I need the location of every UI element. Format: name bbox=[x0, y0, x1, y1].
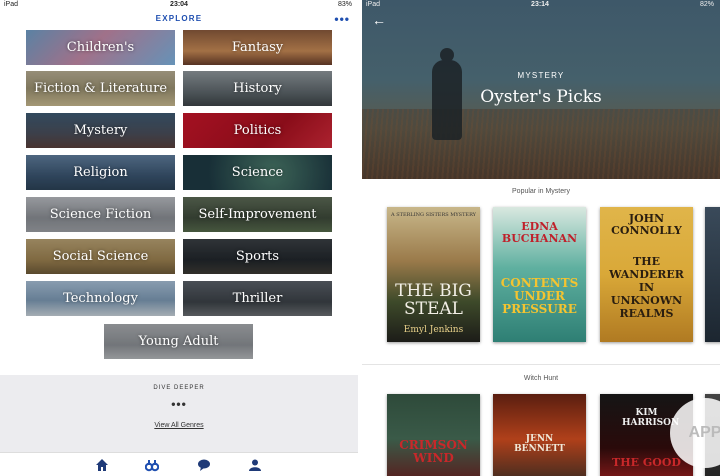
genre-tile-mystery[interactable]: Mystery bbox=[26, 113, 175, 148]
back-arrow-icon[interactable]: ← bbox=[372, 12, 386, 28]
tab-bar bbox=[0, 452, 358, 476]
chat-icon[interactable] bbox=[197, 458, 211, 472]
book-author: Emyl Jenkins bbox=[403, 325, 464, 335]
hero-title: Oyster's Picks bbox=[480, 87, 602, 107]
genre-tile-science[interactable]: Science bbox=[183, 155, 332, 190]
book-title: THE WANDERER IN UNKNOWN REALMS bbox=[609, 255, 684, 320]
genre-tile-social-science[interactable]: Social Science bbox=[26, 239, 175, 274]
genre-tile-fantasy[interactable]: Fantasy bbox=[183, 30, 332, 65]
book-cover-partial[interactable] bbox=[705, 207, 720, 342]
book-title: CONTENTS UNDER PRESSURE bbox=[500, 276, 579, 316]
genre-label: Self-Improvement bbox=[198, 207, 317, 222]
dive-deeper-section: DIVE DEEPER ••• View All Genres bbox=[0, 375, 358, 452]
genre-label: Social Science bbox=[52, 249, 149, 264]
book-cover[interactable]: CRIMSON WIND bbox=[387, 394, 480, 476]
genre-label: Fiction & Literature bbox=[33, 81, 168, 96]
book-cover[interactable]: A STERLING SISTERS MYSTERY THE BIG STEAL… bbox=[387, 207, 480, 342]
genre-label: Children's bbox=[66, 40, 135, 55]
genre-label: Politics bbox=[233, 123, 282, 138]
genre-tile-religion[interactable]: Religion bbox=[26, 155, 175, 190]
genre-tile-childrens[interactable]: Children's bbox=[26, 30, 175, 65]
genre-tile-thriller[interactable]: Thriller bbox=[183, 281, 332, 316]
genre-label: Technology bbox=[63, 291, 138, 306]
genre-detail-pane: iPad 23:14 82% ← MYSTERY Oyster's Picks … bbox=[362, 0, 720, 476]
genre-label: Science bbox=[231, 165, 284, 180]
genre-label: Young Adult bbox=[138, 334, 219, 349]
hero-background bbox=[362, 109, 720, 179]
more-button[interactable]: ••• bbox=[334, 12, 350, 26]
explore-pane: iPad 23:04 83% EXPLORE ••• Children's Fa… bbox=[0, 0, 358, 476]
genre-tile-self-improvement[interactable]: Self-Improvement bbox=[183, 197, 332, 232]
status-time: 23:04 bbox=[170, 1, 188, 8]
page-title: EXPLORE bbox=[155, 14, 203, 23]
genre-label: Fantasy bbox=[231, 40, 284, 55]
book-title: THE BIG STEAL bbox=[395, 281, 472, 319]
book-cover[interactable]: JENN BENNETT bbox=[493, 394, 586, 476]
genre-tile-sports[interactable]: Sports bbox=[183, 239, 332, 274]
battery-label: 82% bbox=[699, 1, 714, 8]
hero-banner: iPad 23:14 82% ← MYSTERY Oyster's Picks bbox=[362, 0, 720, 179]
genre-tile-politics[interactable]: Politics bbox=[183, 113, 332, 148]
genre-tile-fiction-literature[interactable]: Fiction & Literature bbox=[26, 71, 175, 106]
book-author: JENN BENNETT bbox=[514, 434, 565, 454]
battery-label: 83% bbox=[337, 1, 352, 8]
genre-label: Thriller bbox=[232, 291, 283, 306]
genre-tile-history[interactable]: History bbox=[183, 71, 332, 106]
genre-label: Sports bbox=[235, 249, 280, 264]
section-title: Witch Hunt bbox=[523, 375, 559, 382]
dive-deeper-title: DIVE DEEPER bbox=[153, 385, 205, 391]
genre-label: Science Fiction bbox=[49, 207, 152, 222]
book-series: A STERLING SISTERS MYSTERY bbox=[391, 212, 476, 218]
genre-tile-technology[interactable]: Technology bbox=[26, 281, 175, 316]
genre-tile-science-fiction[interactable]: Science Fiction bbox=[26, 197, 175, 232]
profile-icon[interactable] bbox=[248, 458, 262, 472]
genre-label: Mystery bbox=[73, 123, 128, 138]
home-icon[interactable] bbox=[95, 458, 109, 472]
status-time: 23:14 bbox=[531, 1, 549, 8]
binoculars-icon[interactable] bbox=[145, 458, 159, 472]
section-title: Popular in Mystery bbox=[512, 188, 570, 195]
book-cover[interactable]: EDNA BUCHANAN CONTENTS UNDER PRESSURE bbox=[493, 207, 586, 342]
genre-tile-young-adult[interactable]: Young Adult bbox=[104, 324, 253, 359]
section-divider bbox=[362, 364, 720, 365]
genre-label: History bbox=[233, 81, 282, 96]
status-bar: iPad 23:14 82% bbox=[366, 1, 714, 11]
status-bar: iPad 23:04 83% bbox=[0, 0, 358, 10]
genre-kicker: MYSTERY bbox=[517, 71, 565, 80]
dive-deeper-more[interactable]: ••• bbox=[0, 397, 358, 411]
view-all-genres-link[interactable]: View All Genres bbox=[0, 422, 358, 429]
book-author: EDNA BUCHANAN bbox=[501, 220, 578, 245]
genre-label: Religion bbox=[73, 165, 128, 180]
book-title: CRIMSON WIND bbox=[399, 438, 468, 465]
book-title: THE GOOD bbox=[612, 456, 681, 469]
book-author: JOHN CONNOLLY bbox=[611, 212, 682, 237]
book-cover[interactable]: JOHN CONNOLLY THE WANDERER IN UNKNOWN RE… bbox=[600, 207, 693, 342]
